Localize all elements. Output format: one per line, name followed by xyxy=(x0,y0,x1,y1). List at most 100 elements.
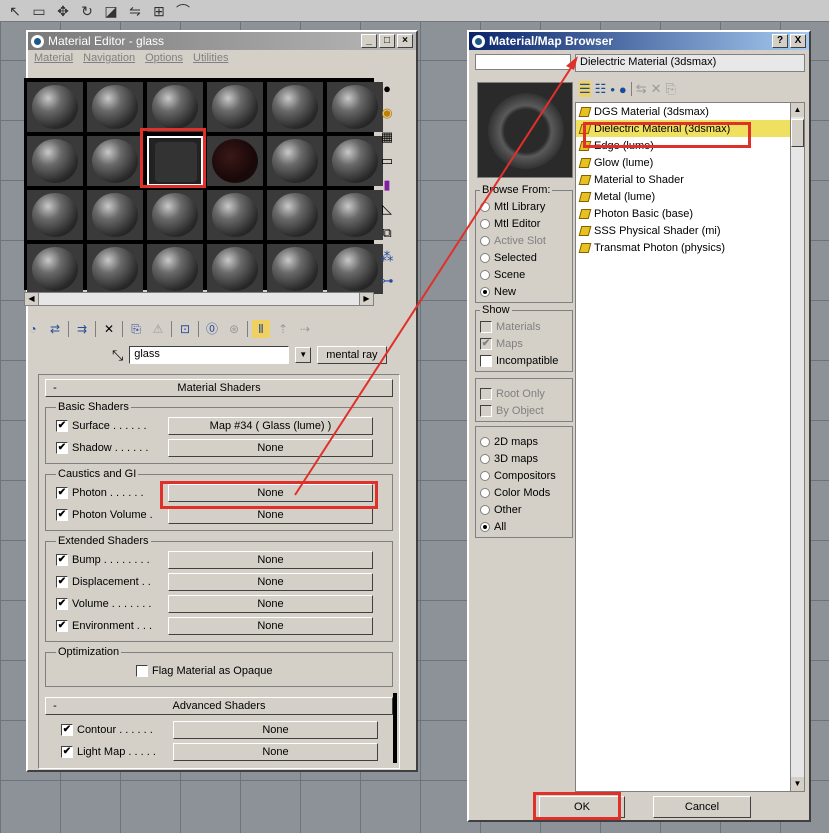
incompatible-checkbox[interactable] xyxy=(480,354,492,367)
collapse-icon[interactable]: - xyxy=(46,382,64,394)
small-icons-view-icon[interactable]: • xyxy=(610,82,615,97)
photon-volume-checkbox[interactable]: ✔ xyxy=(56,509,68,521)
sample-slot[interactable] xyxy=(207,136,263,186)
volume-map-button[interactable]: None xyxy=(168,595,373,613)
scroll-thumb[interactable] xyxy=(791,119,804,147)
delete-from-library-icon[interactable]: ✕ xyxy=(651,81,662,97)
help-button[interactable]: ? xyxy=(772,34,788,48)
list-item[interactable]: Transmat Photon (physics) xyxy=(576,239,804,256)
sample-slot[interactable] xyxy=(27,82,83,132)
sample-slot[interactable] xyxy=(147,244,203,294)
move-icon[interactable]: ✥ xyxy=(54,3,72,19)
align-icon[interactable]: ⊞ xyxy=(150,3,168,19)
show-incompatible-option[interactable]: Incompatible xyxy=(480,352,568,369)
menu-navigation[interactable]: Navigation xyxy=(83,52,135,66)
bump-map-button[interactable]: None xyxy=(168,551,373,569)
map-type-all[interactable]: All xyxy=(480,518,568,535)
menu-utilities[interactable]: Utilities xyxy=(193,52,228,66)
displacement-checkbox[interactable]: ✔ xyxy=(56,576,68,588)
list-item[interactable]: SSS Physical Shader (mi) xyxy=(576,222,804,239)
large-icons-view-icon[interactable]: ● xyxy=(619,82,627,97)
reset-icon[interactable]: ✕ xyxy=(100,320,118,338)
list-item[interactable]: Metal (lume) xyxy=(576,188,804,205)
clear-library-icon[interactable]: ⎘ xyxy=(666,81,676,97)
mirror-icon[interactable]: ⇋ xyxy=(126,3,144,19)
material-shaders-rollout-header[interactable]: - Material Shaders xyxy=(45,379,393,397)
light-map-checkbox[interactable]: ✔ xyxy=(61,746,73,758)
show-end-result-icon[interactable]: Ⅱ xyxy=(252,320,270,338)
material-navigator-icon[interactable]: ⊶ xyxy=(378,272,396,290)
radio-button[interactable] xyxy=(480,269,490,280)
browse-option-selected[interactable]: Selected xyxy=(480,249,568,266)
collapse-icon[interactable]: - xyxy=(46,700,64,712)
select-icon[interactable]: ↖ xyxy=(6,3,24,19)
go-to-parent-icon[interactable]: ⇡ xyxy=(274,320,292,338)
photon-checkbox[interactable]: ✔ xyxy=(56,487,68,499)
update-scene-icon[interactable]: ⇆ xyxy=(636,81,647,97)
map-type-other[interactable]: Other xyxy=(480,501,568,518)
menu-options[interactable]: Options xyxy=(145,52,183,66)
map-type-color-mods[interactable]: Color Mods xyxy=(480,484,568,501)
scroll-left-icon[interactable]: ◀ xyxy=(25,293,39,305)
list-item[interactable]: Photon Basic (base) xyxy=(576,205,804,222)
sample-slot[interactable] xyxy=(147,82,203,132)
list-view-icon[interactable]: ☰ xyxy=(579,81,591,97)
sample-slot[interactable] xyxy=(87,136,143,186)
sample-slot[interactable] xyxy=(327,82,383,132)
material-editor-titlebar[interactable]: Material Editor - glass _ □ × xyxy=(28,32,416,50)
background-icon[interactable]: ▦ xyxy=(378,128,396,146)
get-material-icon[interactable]: ◔ xyxy=(24,320,42,338)
surface-map-button[interactable]: Map #34 ( Glass (lume) ) xyxy=(168,417,373,435)
radio-button-selected[interactable] xyxy=(480,286,490,297)
curve-icon[interactable]: ⌒ xyxy=(174,3,192,19)
flag-opaque-checkbox[interactable] xyxy=(136,665,148,677)
contour-checkbox[interactable]: ✔ xyxy=(61,724,73,736)
map-type-2d[interactable]: 2D maps xyxy=(480,433,568,450)
browse-option-mtl-library[interactable]: Mtl Library xyxy=(480,198,568,215)
sample-slot[interactable] xyxy=(207,244,263,294)
video-color-check-icon[interactable]: ▮ xyxy=(378,176,396,194)
material-type-button[interactable]: mental ray xyxy=(317,346,387,364)
radio-button[interactable] xyxy=(480,436,490,447)
radio-button[interactable] xyxy=(480,453,490,464)
advanced-shaders-rollout-header[interactable]: - Advanced Shaders xyxy=(45,697,393,715)
sample-slot[interactable] xyxy=(327,136,383,186)
surface-checkbox[interactable]: ✔ xyxy=(56,420,68,432)
radio-button[interactable] xyxy=(480,201,490,212)
show-map-icon[interactable]: ⊛ xyxy=(225,320,243,338)
sample-slot[interactable] xyxy=(207,190,263,240)
volume-checkbox[interactable]: ✔ xyxy=(56,598,68,610)
make-unique-icon[interactable]: ⚠ xyxy=(149,320,167,338)
radio-button[interactable] xyxy=(480,487,490,498)
list-item[interactable]: Edge (lume) xyxy=(576,137,804,154)
browse-option-new[interactable]: New xyxy=(480,283,568,300)
maximize-button[interactable]: □ xyxy=(379,34,395,48)
copy-material-icon[interactable]: ⎘ xyxy=(127,320,145,338)
photon-map-button[interactable]: None xyxy=(168,484,373,502)
pick-material-icon[interactable]: ⤡ xyxy=(112,347,123,364)
ok-button[interactable]: OK xyxy=(539,796,625,818)
browser-titlebar[interactable]: Material/Map Browser ? X xyxy=(469,32,809,50)
sample-slot[interactable] xyxy=(87,244,143,294)
put-to-scene-icon[interactable]: ⇄ xyxy=(46,320,64,338)
list-item[interactable]: Glow (lume) xyxy=(576,154,804,171)
map-type-3d[interactable]: 3D maps xyxy=(480,450,568,467)
scale-icon[interactable]: ◪ xyxy=(102,3,120,19)
backlight-icon[interactable]: ◉ xyxy=(378,104,396,122)
list-item[interactable]: DGS Material (3dsmax) xyxy=(576,103,804,120)
sample-slot[interactable] xyxy=(267,190,323,240)
rollout-scrollbar[interactable] xyxy=(393,693,397,763)
environment-checkbox[interactable]: ✔ xyxy=(56,620,68,632)
material-effects-icon[interactable]: ⓪ xyxy=(203,320,221,338)
region-icon[interactable]: ▭ xyxy=(30,3,48,19)
list-scrollbar[interactable]: ▲ ▼ xyxy=(790,103,804,791)
radio-button[interactable] xyxy=(480,470,490,481)
radio-button[interactable] xyxy=(480,218,490,229)
scroll-right-icon[interactable]: ▶ xyxy=(359,293,373,305)
go-forward-sibling-icon[interactable]: ⇢ xyxy=(296,320,314,338)
options-icon[interactable]: ⧉ xyxy=(378,224,396,242)
scroll-up-icon[interactable]: ▲ xyxy=(791,103,804,117)
contour-map-button[interactable]: None xyxy=(173,721,378,739)
sample-type-icon[interactable]: ● xyxy=(378,80,396,98)
list-icons-view-icon[interactable]: ☷ xyxy=(595,81,607,97)
